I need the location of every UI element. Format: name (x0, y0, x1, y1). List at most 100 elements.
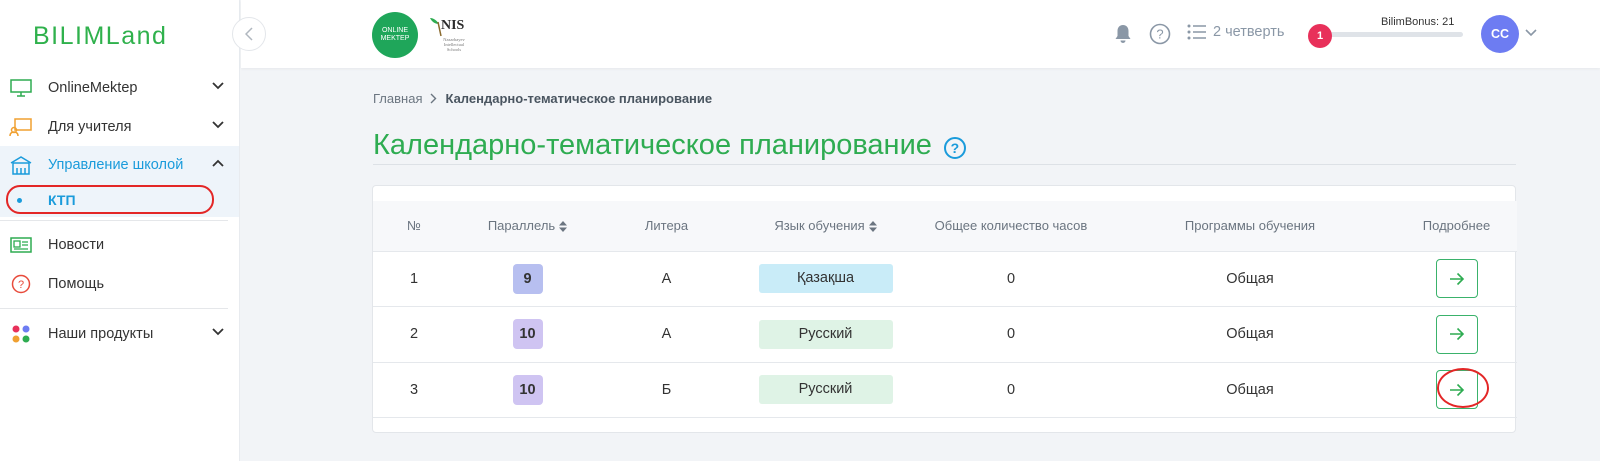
om-logo-line2: MEKTEP (380, 35, 410, 42)
page-title: Календарно-тематическое планирование ? (373, 129, 966, 162)
details-button[interactable] (1435, 259, 1478, 299)
column-header-program: Программы обучения (1184, 218, 1316, 234)
cell-language: Русский (733, 362, 918, 418)
parallel-badge: 10 (512, 319, 543, 350)
column-header-details: Подробнее (1422, 218, 1491, 234)
bell-icon[interactable] (1114, 24, 1132, 44)
sidebar-item-teacher[interactable]: Для учителя (0, 108, 239, 146)
cell-number: 1 (409, 270, 419, 287)
sidebar: BILIMLand OnlineMektep Для учителя Управ… (0, 0, 240, 461)
bilimland-logo[interactable]: BILIMLand (33, 22, 167, 51)
avatar[interactable]: СС (1481, 15, 1519, 53)
ktp-table: № Параллель Литера Язык обучения Общее к… (373, 201, 1517, 418)
quarter-selector[interactable]: 2 четверть (1187, 24, 1284, 40)
language-badge: Русский (758, 375, 893, 405)
table-row: 2 10 А Русский 0 Общая (373, 306, 1517, 363)
cell-letter: А (661, 270, 672, 287)
column-header-label: Параллель (487, 218, 556, 234)
chevron-right-icon (430, 93, 437, 104)
column-header-hours: Общее количество часов (934, 218, 1088, 234)
column-header-letter: Литера (644, 218, 689, 234)
svg-text:?: ? (18, 279, 24, 291)
cell-hours: 0 (1006, 381, 1016, 398)
cell-program: Общая (1226, 270, 1274, 287)
table-row: 3 10 Б Русский 0 Общая (373, 362, 1517, 418)
sidebar-item-label: Наши продукты (48, 326, 154, 342)
details-button[interactable] (1435, 314, 1478, 354)
quarter-label: 2 четверть (1213, 24, 1285, 40)
column-header-label: Язык обучения (774, 218, 865, 234)
cell-details (1396, 251, 1517, 307)
school-building-icon (10, 156, 32, 175)
column-header-language[interactable]: Язык обучения (733, 201, 918, 251)
om-logo-line1: ONLINE (381, 27, 409, 34)
cell-language: Русский (733, 307, 918, 363)
cell-hours: 0 (1006, 270, 1016, 287)
table-header-row: № Параллель Литера Язык обучения Общее к… (373, 201, 1517, 251)
sidebar-item-products[interactable]: Наши продукты (0, 315, 239, 353)
arrow-right-icon (1449, 328, 1464, 341)
breadcrumb: Главная Календарно-тематическое планиров… (373, 91, 712, 106)
bilimbonus-progress (1326, 32, 1463, 37)
cell-letter: А (661, 326, 672, 343)
help-circle-icon[interactable]: ? (1149, 23, 1171, 45)
language-badge: Қазақша (758, 264, 893, 294)
list-icon (1187, 24, 1206, 40)
cell-number: 2 (409, 326, 419, 343)
cell-parallel: 10 (455, 307, 600, 363)
parallel-badge: 10 (512, 374, 543, 405)
sidebar-item-label: OnlineMektep (48, 80, 138, 96)
cell-language: Қазақша (733, 251, 918, 307)
cell-number: 3 (409, 381, 419, 398)
help-circle-icon: ? (11, 274, 31, 294)
sidebar-item-label: Новости (48, 237, 105, 253)
sort-icon[interactable] (868, 221, 877, 233)
bilimbonus-label: BilimBonus: 21 (1381, 16, 1455, 28)
sidebar-item-onlinemektep[interactable]: OnlineMektep (0, 69, 239, 107)
top-header: ONLINE MEKTEP NIS Nazarbayev Intellectua… (241, 0, 1600, 68)
chevron-down-icon (212, 82, 224, 90)
cell-parallel: 10 (455, 362, 600, 418)
cell-details (1396, 307, 1517, 363)
monitor-icon (10, 79, 32, 97)
arrow-right-icon (1449, 272, 1464, 285)
column-header-parallel[interactable]: Параллель (455, 201, 600, 251)
table-row: 1 9 А Қазақша 0 Общая (373, 251, 1517, 307)
annotation-highlight-details (1437, 368, 1489, 408)
chevron-down-icon (212, 121, 224, 129)
chevron-up-icon (212, 159, 224, 167)
chevron-left-icon (245, 27, 253, 41)
cell-program: Общая (1226, 326, 1274, 343)
products-dots-icon (12, 325, 30, 343)
bilimbonus-level-badge: 1 (1308, 24, 1332, 48)
cell-program: Общая (1226, 381, 1274, 398)
page-title-text: Календарно-тематическое планирование (373, 129, 932, 161)
sidebar-collapse-button[interactable] (232, 17, 266, 51)
sidebar-item-news[interactable]: Новости (0, 226, 239, 264)
sidebar-item-label: Для учителя (48, 119, 132, 135)
cell-hours: 0 (1006, 326, 1016, 343)
nis-logo-text: NIS (441, 18, 465, 33)
column-header-number: № (407, 218, 421, 234)
parallel-badge: 9 (512, 263, 543, 294)
breadcrumb-home[interactable]: Главная (373, 91, 422, 106)
sidebar-divider (0, 220, 228, 221)
title-divider (373, 164, 1516, 165)
nis-logo-subtitle: Nazarbayev Intellectual Schools (443, 37, 465, 52)
svg-text:?: ? (1156, 27, 1163, 42)
title-help-icon[interactable]: ? (943, 136, 966, 159)
onlinemektep-logo[interactable]: ONLINE MEKTEP (372, 12, 418, 58)
cell-parallel: 9 (455, 251, 600, 307)
chevron-down-icon[interactable] (1525, 29, 1537, 37)
sidebar-divider (0, 308, 228, 309)
sort-icon[interactable] (559, 221, 568, 233)
cell-letter: Б (661, 381, 672, 398)
sidebar-item-label: Управление школой (48, 157, 184, 173)
sidebar-item-school-management[interactable]: Управление школой (0, 146, 239, 184)
teacher-board-icon (9, 118, 32, 137)
ktp-table-card: № Параллель Литера Язык обучения Общее к… (372, 185, 1517, 433)
language-badge: Русский (758, 319, 893, 349)
sidebar-item-help[interactable]: ? Помощь (0, 265, 239, 303)
breadcrumb-current: Календарно-тематическое планирование (445, 91, 713, 106)
sidebar-item-label: Помощь (48, 276, 105, 292)
